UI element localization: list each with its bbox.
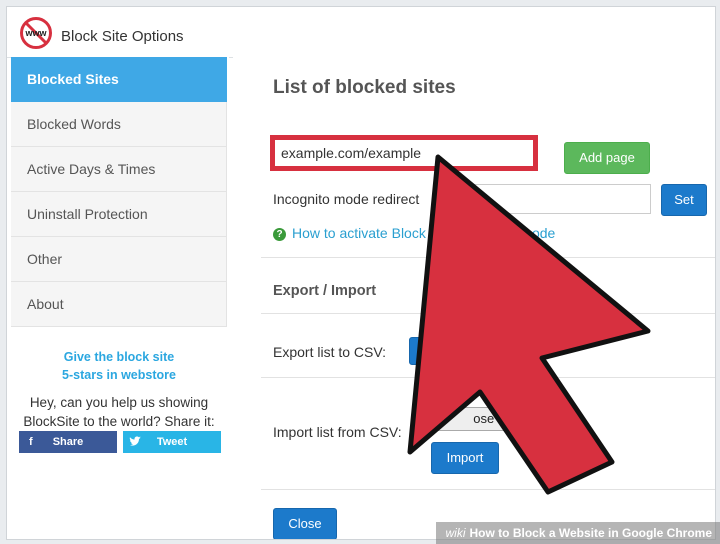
export-csv-label: Export list to CSV: — [273, 344, 387, 360]
app-title: Block Site Options — [61, 28, 184, 45]
help-link-start: How to activate Block — [292, 225, 426, 241]
wikihow-watermark: wiki How to Block a Website in Google Chr… — [435, 522, 720, 544]
add-page-button[interactable]: Add page — [564, 142, 650, 174]
share-prompt: Hey, can you help us showing BlockSite t… — [11, 393, 227, 431]
export-button[interactable]: Exp — [409, 337, 479, 365]
sidebar-item-other[interactable]: Other — [11, 237, 227, 282]
watermark-brand: wiki — [445, 526, 466, 540]
share-prompt-line1: Hey, can you help us showing — [29, 395, 209, 410]
rate-link-line1: Give the block site — [63, 350, 175, 364]
sidebar-item-active-days-times[interactable]: Active Days & Times — [11, 147, 227, 192]
header-bar: www Block Site Options — [7, 7, 715, 58]
close-button[interactable]: Close — [273, 508, 337, 539]
incognito-redirect-input[interactable] — [433, 184, 651, 214]
facebook-share-button[interactable]: f Share — [19, 431, 117, 453]
twitter-tweet-button[interactable]: Tweet — [123, 431, 221, 453]
sidebar-item-blocked-words[interactable]: Blocked Words — [11, 102, 227, 147]
watermark-text: How to Block a Website in Google Chrome — [469, 526, 712, 540]
logo-text: www — [24, 28, 47, 38]
section-divider — [261, 377, 715, 378]
sidebar-item-uninstall-protection[interactable]: Uninstall Protection — [11, 192, 227, 237]
no-file-status: hosen — [537, 405, 576, 421]
import-button[interactable]: Import — [431, 442, 499, 474]
choose-file-button[interactable]: ose File — [431, 407, 531, 431]
page-title: List of blocked sites — [273, 77, 456, 98]
sidebar-item-about[interactable]: About — [11, 282, 227, 327]
sidebar: Blocked Sites Blocked Words Active Days … — [11, 57, 229, 539]
share-label: Share — [52, 436, 84, 448]
rate-webstore-link[interactable]: Give the block site 5-stars in webstore — [11, 348, 227, 384]
block-site-logo-icon: www — [20, 17, 52, 49]
main-panel: List of blocked sites example.com/exampl… — [233, 57, 715, 539]
tweet-label: Tweet — [156, 436, 188, 448]
export-import-heading: Export / Import — [273, 283, 377, 299]
rate-link-line2: 5-stars in webstore — [62, 368, 176, 382]
sidebar-item-blocked-sites[interactable]: Blocked Sites — [11, 57, 227, 102]
blocked-url-input[interactable]: example.com/example — [270, 135, 538, 171]
help-link-end: nito mode — [493, 225, 556, 241]
section-divider — [261, 313, 715, 314]
incognito-redirect-label: Incognito mode redirect — [273, 191, 420, 207]
question-icon: ? — [273, 228, 286, 241]
section-divider — [261, 257, 715, 258]
section-divider — [261, 489, 715, 490]
set-button[interactable]: Set — [661, 184, 707, 216]
share-prompt-line2: BlockSite to the world? Share it: — [23, 414, 215, 429]
options-window: www Block Site Options Blocked Sites Blo… — [6, 6, 716, 540]
incognito-help-link[interactable]: ? How to activate Block nito mode — [273, 225, 555, 241]
choose-file-label: ose File — [473, 411, 519, 426]
import-csv-label: Import list from CSV: — [273, 424, 402, 440]
